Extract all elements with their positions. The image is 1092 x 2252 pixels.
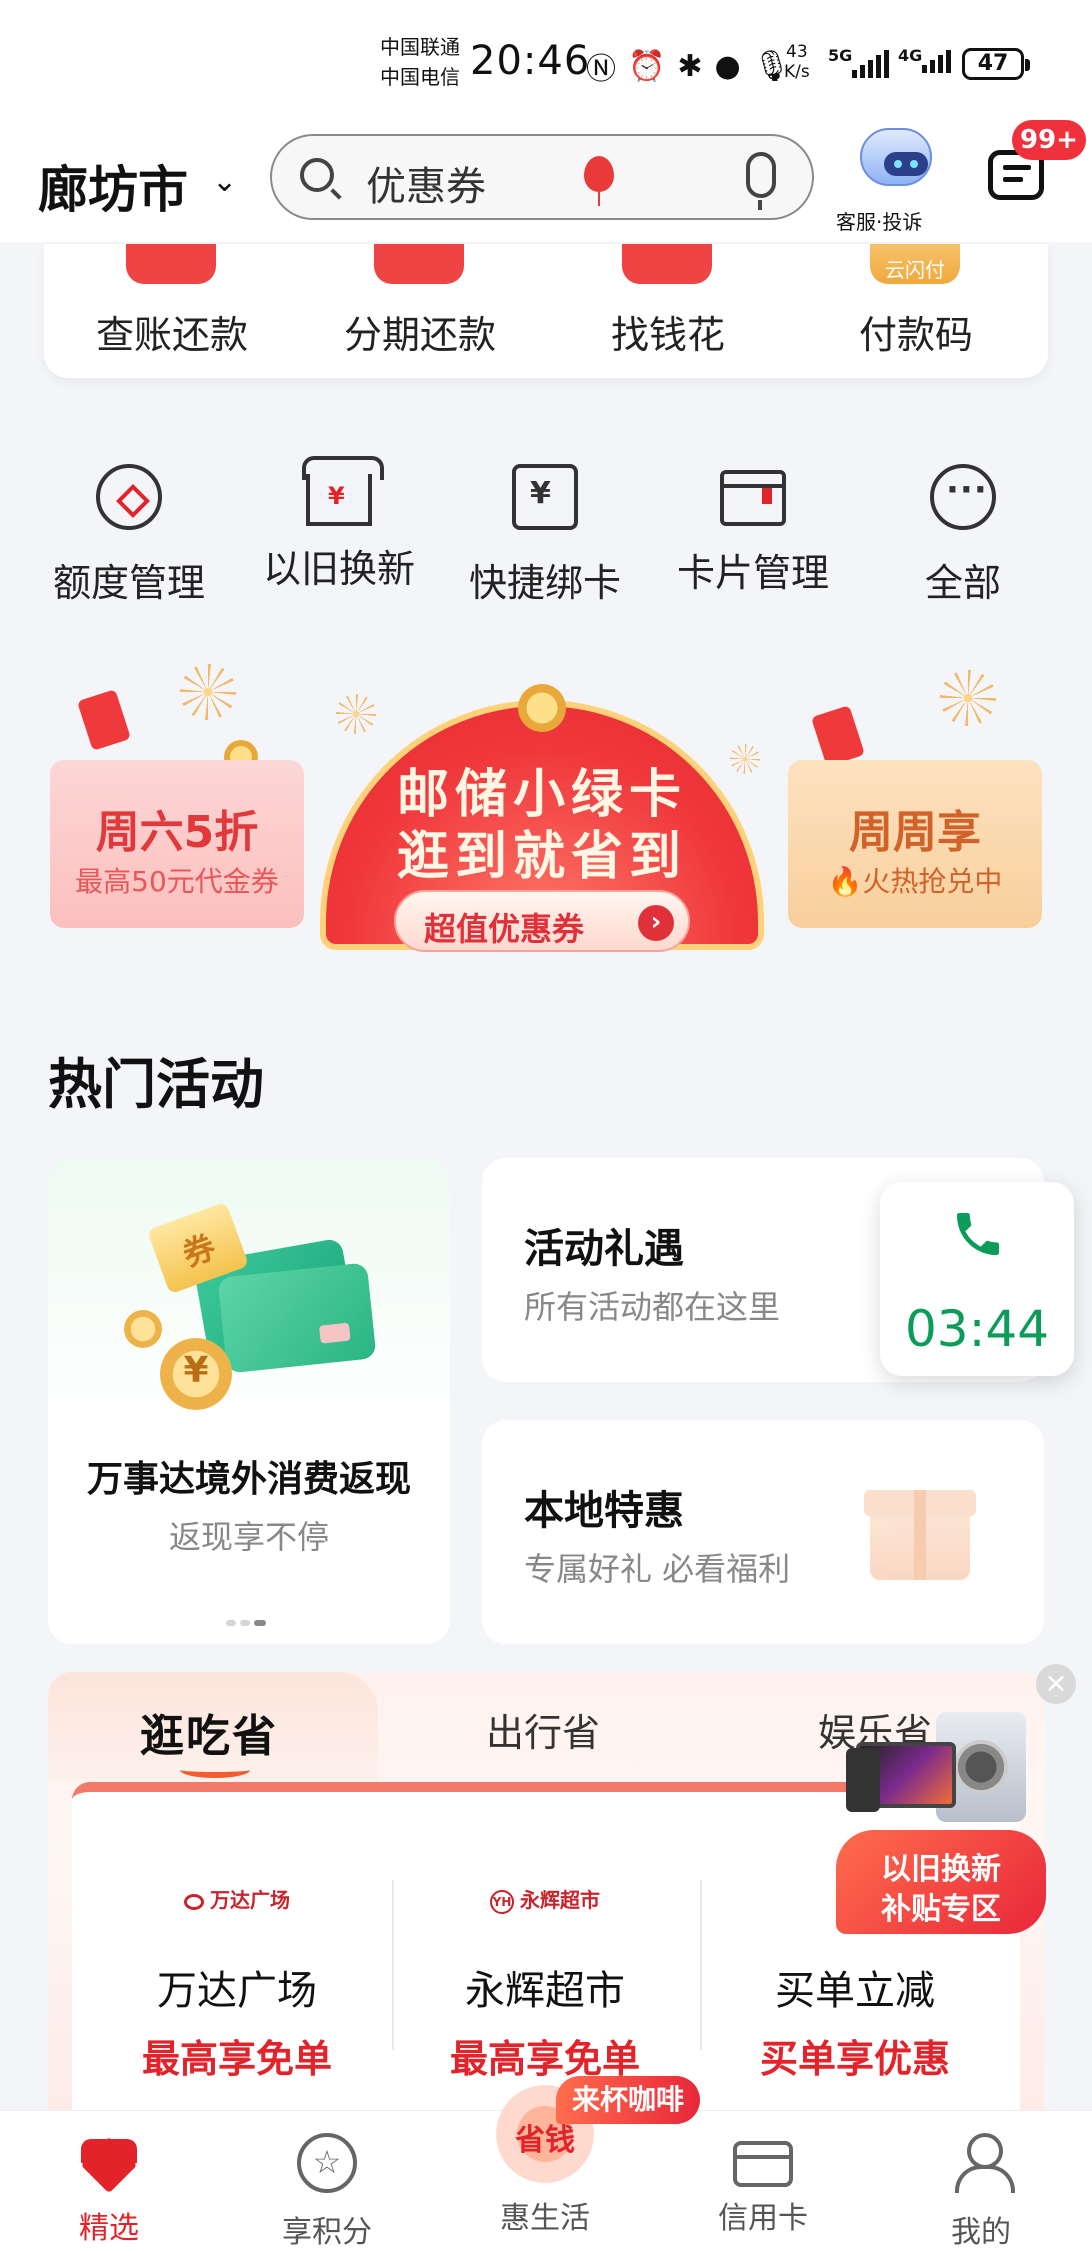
location-icon: ● xyxy=(714,48,741,84)
activity-card-title: 万事达境外消费返现 xyxy=(86,1459,411,1500)
coin-icon xyxy=(124,1310,162,1348)
user-icon xyxy=(951,2133,1015,2193)
city-selector[interactable]: 廊坊市 xyxy=(38,150,188,222)
nav-mine[interactable]: 我的 xyxy=(896,2133,1066,2251)
diamond-circle-icon xyxy=(96,464,162,530)
heart-icon xyxy=(81,2139,137,2189)
wallet-icon xyxy=(720,470,786,526)
quick-action-statement[interactable]: 查账还款 xyxy=(72,304,272,359)
service-all[interactable]: 全部 xyxy=(868,464,1058,607)
nav-credit-card[interactable]: 信用卡 xyxy=(678,2133,848,2237)
red-envelope-decoration xyxy=(76,689,132,751)
carrier-1: 中国联通 xyxy=(380,35,460,59)
signal-1-icon xyxy=(852,50,889,78)
activity-card-local[interactable]: 本地特惠 专属好礼 必看福利 xyxy=(482,1420,1044,1644)
bluetooth-icon: ✱ xyxy=(677,48,703,84)
nav-life[interactable]: 省钱 惠生活 xyxy=(460,2085,630,2237)
firework-decoration xyxy=(180,664,236,720)
message-badge: 99+ xyxy=(1012,120,1086,160)
storefront-icon xyxy=(302,456,384,526)
merchant-wanda[interactable]: 万达广场 万达广场 最高享免单 xyxy=(84,1880,390,2081)
merchant-yonghui[interactable]: YH 永辉超市 永辉超市 最高享免单 xyxy=(392,1880,698,2081)
appliances-illustration xyxy=(846,1712,1036,1832)
status-icons: Ⓝ ⏰ ✱ ● 🎙 xyxy=(586,44,791,88)
chevron-down-icon[interactable]: ⌄ xyxy=(212,164,237,199)
customer-service-robot-icon[interactable] xyxy=(852,124,940,206)
phone-icon xyxy=(950,1206,1006,1262)
activity-card-subtitle: 返现享不停 xyxy=(168,1518,329,1556)
nfc-icon: Ⓝ xyxy=(586,52,616,87)
carousel-indicator xyxy=(226,1620,266,1626)
coupon-button[interactable]: 超值优惠券 › xyxy=(394,890,690,952)
red-envelope-decoration xyxy=(810,705,866,767)
treasure-bag-icon xyxy=(518,684,566,732)
gift-box-icon xyxy=(864,1490,976,1580)
carrier-info: 中国联通 中国电信 xyxy=(380,32,460,92)
service-limit-management[interactable]: 额度管理 xyxy=(34,464,224,607)
more-icon xyxy=(930,464,996,530)
smile-underline-icon xyxy=(180,1762,250,1778)
section-title-hot: 热门活动 xyxy=(48,1053,264,1116)
statement-icon xyxy=(126,244,216,284)
voice-search-icon[interactable] xyxy=(746,152,776,210)
service-bind-card[interactable]: 快捷绑卡 xyxy=(450,464,640,607)
bank-card-illustration xyxy=(217,1262,377,1374)
tab-eat-save[interactable]: 逛吃省 xyxy=(140,1700,278,1764)
search-icon xyxy=(300,158,334,192)
promo-headline-2: 逛到就省到 xyxy=(396,827,687,887)
quick-actions-card: 云闪付 查账还款 分期还款 找钱花 付款码 xyxy=(44,244,1048,378)
find-money-icon xyxy=(622,244,712,284)
signal-2-icon xyxy=(922,50,951,73)
bottom-navigation: 精选 享积分 省钱 惠生活 信用卡 我的 xyxy=(0,2085,1092,2252)
close-icon[interactable]: × xyxy=(1036,1664,1076,1704)
call-duration: 03:44 xyxy=(904,1300,1050,1358)
app-header: 廊坊市 ⌄ 优惠券 客服·投诉 99+ xyxy=(0,120,1092,242)
payment-code-icon: 云闪付 xyxy=(870,244,960,284)
nav-points[interactable]: 享积分 xyxy=(242,2133,412,2251)
carrier-2: 中国电信 xyxy=(380,65,460,89)
activity-card-mastercard[interactable] xyxy=(48,1158,450,1644)
quick-action-installment[interactable]: 分期还款 xyxy=(320,304,520,359)
yonghui-logo: YH 永辉超市 xyxy=(392,1880,698,1920)
network-type-1: 5G xyxy=(828,46,853,65)
coffee-tag[interactable]: 来杯咖啡 xyxy=(556,2076,701,2124)
balloon-icon xyxy=(584,156,614,206)
promo-green-card-banner[interactable]: 邮储小绿卡 逛到就省到 超值优惠券 › xyxy=(320,684,764,962)
search-input[interactable]: 优惠券 xyxy=(366,154,486,212)
yuan-coin-icon xyxy=(160,1338,232,1410)
network-type-2: 4G xyxy=(898,46,923,65)
tab-travel-save[interactable]: 出行省 xyxy=(486,1702,600,1757)
quick-action-payment-code[interactable]: 付款码 xyxy=(816,304,1016,359)
customer-service-label[interactable]: 客服·投诉 xyxy=(836,206,922,235)
flame-icon: 🔥 xyxy=(827,865,863,898)
search-bar[interactable]: 优惠券 xyxy=(270,134,814,220)
firework-decoration xyxy=(940,670,996,726)
quick-action-find-money[interactable]: 找钱花 xyxy=(568,304,768,359)
promo-weekly[interactable]: 周周享 🔥火热抢兑中 xyxy=(788,760,1042,928)
promo-saturday-discount[interactable]: 周六5折 最高50元代金券 xyxy=(50,760,304,928)
bind-card-icon xyxy=(512,464,578,530)
nav-featured[interactable]: 精选 xyxy=(24,2133,194,2247)
wanda-logo: 万达广场 xyxy=(84,1880,390,1920)
network-speed: 43 K/s xyxy=(784,42,810,82)
call-floating-window[interactable]: 03:44 xyxy=(880,1182,1074,1376)
battery-indicator: 47 xyxy=(962,48,1030,80)
credit-card-icon xyxy=(733,2141,793,2187)
chevron-right-icon: › xyxy=(638,905,674,941)
status-bar: 中国联通 中国电信 20:46 Ⓝ ⏰ ✱ ● 🎙 43 K/s 5G 4G 4… xyxy=(0,0,1092,120)
star-icon xyxy=(297,2133,357,2193)
trade-in-subsidy-float[interactable]: 以旧换新 补贴专区 xyxy=(836,1712,1046,1934)
service-card-management[interactable]: 卡片管理 xyxy=(658,464,848,597)
service-trade-in[interactable]: 以旧换新 xyxy=(244,456,434,593)
status-time: 20:46 xyxy=(470,38,591,84)
installment-icon xyxy=(374,244,464,284)
alarm-icon: ⏰ xyxy=(628,48,666,84)
